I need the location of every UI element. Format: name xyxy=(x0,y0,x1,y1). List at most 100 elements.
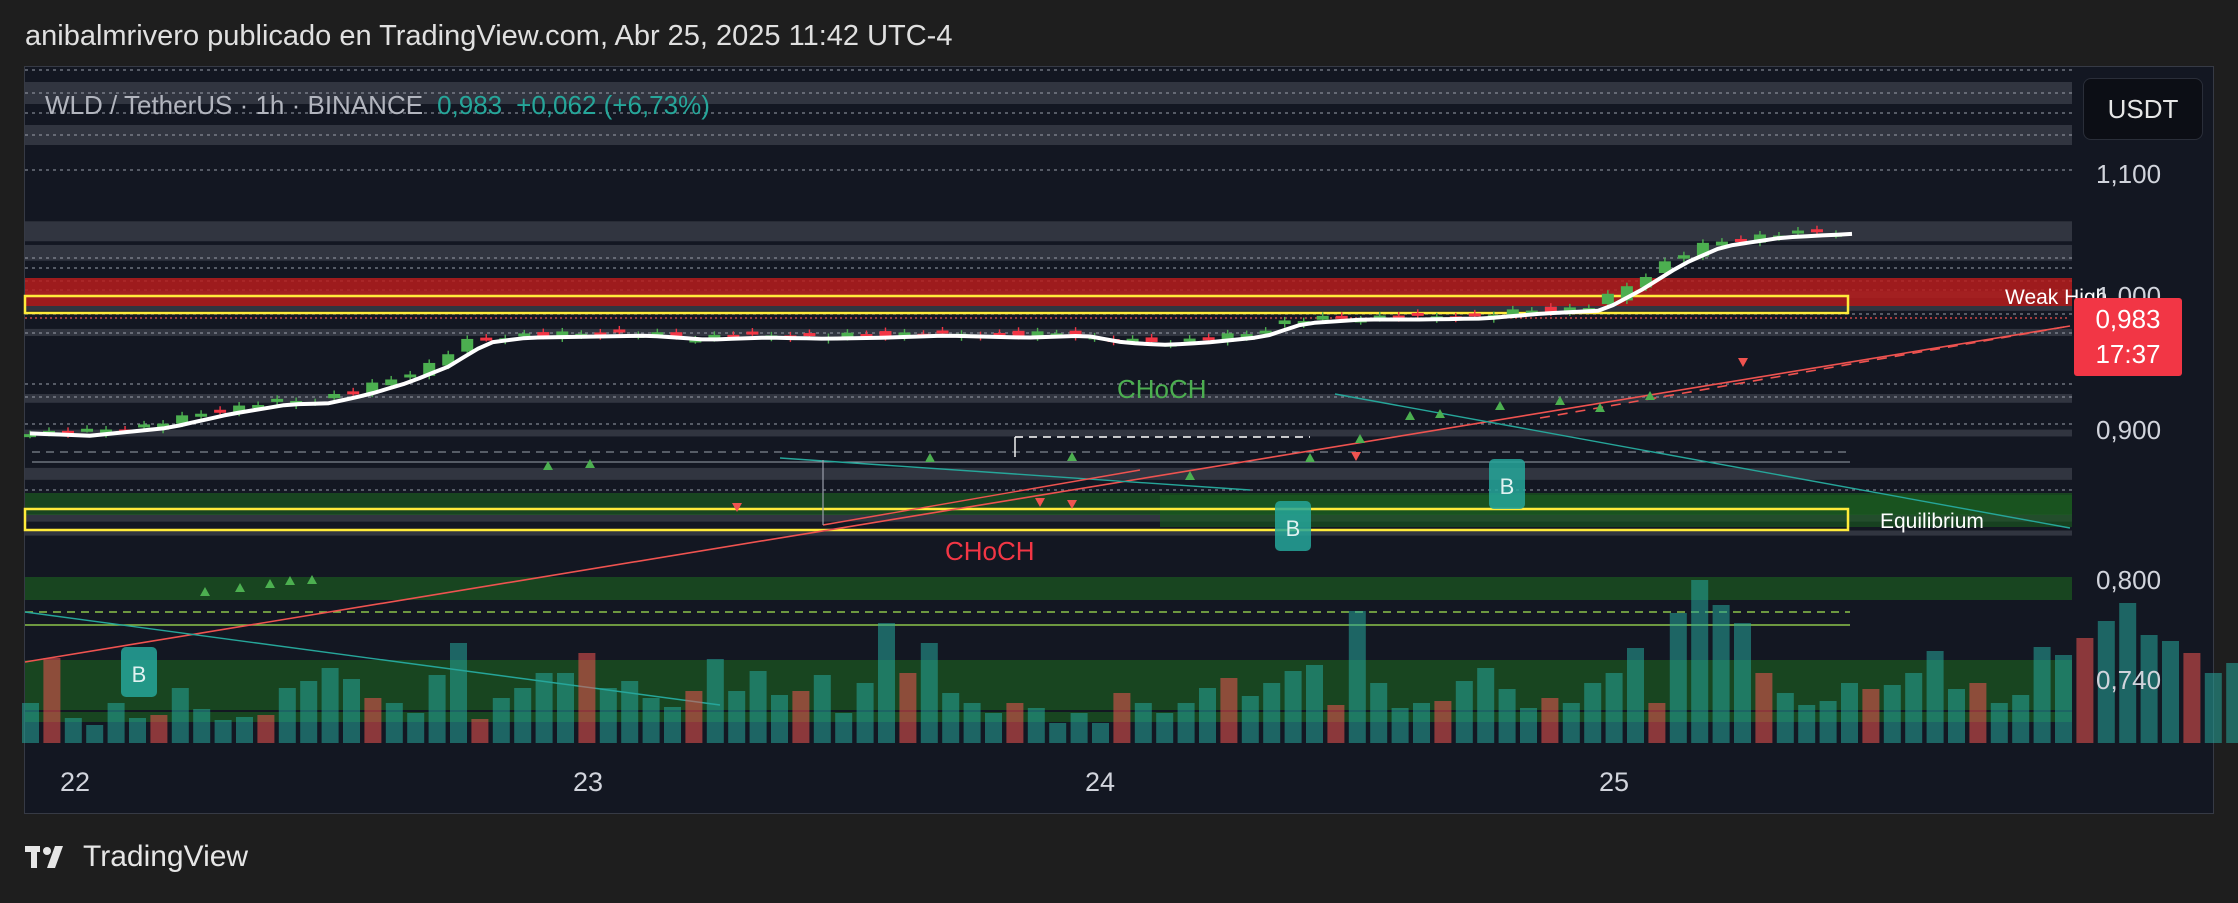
volume-bar xyxy=(2012,695,2030,743)
volume-bar xyxy=(1541,698,1559,743)
candle-body xyxy=(271,398,284,402)
volume-bar xyxy=(43,658,61,743)
candle-body xyxy=(803,333,816,337)
volume-bar xyxy=(2226,663,2238,743)
volume-bar xyxy=(471,719,489,743)
volume-bar xyxy=(706,659,724,743)
volume-bar xyxy=(771,695,788,743)
candle-body xyxy=(461,338,474,352)
sr-band xyxy=(25,530,2072,536)
volume-bar xyxy=(1605,673,1623,743)
symbol-legend[interactable]: WLD / TetherUS · 1h · BINANCE 0,983 +0,0… xyxy=(45,90,710,121)
premium-zone xyxy=(25,278,2072,306)
footer-brand[interactable]: TradingView xyxy=(25,840,248,874)
sr-band xyxy=(25,305,2072,311)
volume-bar xyxy=(664,707,681,743)
y-tick-label: 0,900 xyxy=(2096,415,2161,445)
volume-bar xyxy=(685,691,703,743)
volume-bar xyxy=(1734,623,1751,743)
volume-bar xyxy=(171,688,189,743)
bull-signal-icon xyxy=(1305,453,1315,462)
candle-body xyxy=(746,331,759,335)
y-tick-label: 0,740 xyxy=(2096,665,2161,695)
last-price-tag: 0,983 17:37 xyxy=(2074,298,2182,376)
candle-body xyxy=(1145,337,1158,342)
volume-bar xyxy=(2076,638,2094,743)
volume-bar xyxy=(1177,703,1195,743)
candle-body xyxy=(81,428,94,432)
candle-body xyxy=(537,332,550,336)
volume-bar xyxy=(1862,689,1880,743)
volume-bar xyxy=(1327,705,1345,743)
candle-body xyxy=(1601,293,1614,305)
volume-bar xyxy=(1455,681,1473,743)
volume-bar xyxy=(1391,708,1409,743)
volume-bar xyxy=(1498,689,1516,743)
volume-bar xyxy=(642,698,660,743)
candle-body xyxy=(404,374,417,378)
volume-bar xyxy=(1948,689,1965,743)
candle-body xyxy=(1677,255,1690,259)
candle-body xyxy=(328,394,341,399)
volume-bar xyxy=(514,688,532,743)
volume-bar xyxy=(1883,685,1901,743)
legend-change: +0,062 (+6,73%) xyxy=(516,90,710,120)
volume-bar xyxy=(1648,703,1666,743)
bull-signal-icon xyxy=(1405,411,1415,420)
volume-bar xyxy=(2204,673,2222,743)
symbol-name: WLD / TetherUS · 1h · BINANCE xyxy=(45,90,424,120)
volume-bar xyxy=(792,691,810,743)
volume-bar xyxy=(407,713,425,743)
discount-zone xyxy=(25,577,2072,600)
equilibrium-label: Equilibrium xyxy=(1880,510,1984,533)
volume-bar xyxy=(1199,688,1216,743)
choch-label-bearish: CHoCH xyxy=(945,536,1035,566)
volume-bar xyxy=(1241,696,1259,743)
volume-bar xyxy=(1156,713,1174,743)
candle-body xyxy=(936,330,949,334)
volume-bar xyxy=(86,725,104,743)
volume-bar xyxy=(1477,668,1495,743)
volume-bar xyxy=(193,709,211,743)
volume-bar xyxy=(278,688,296,743)
volume-bar xyxy=(107,703,125,743)
volume-bar xyxy=(1712,605,1730,743)
currency-button[interactable]: USDT xyxy=(2083,78,2203,140)
volume-bar xyxy=(1306,665,1323,743)
sr-band xyxy=(25,467,2072,480)
volume-bar xyxy=(343,679,360,743)
volume-bar xyxy=(1755,673,1773,743)
candle-body xyxy=(1012,330,1025,336)
candle-body xyxy=(518,333,531,337)
volume-bar xyxy=(2183,653,2201,743)
volume-bar xyxy=(129,718,146,743)
volume-bar xyxy=(728,691,746,743)
tradingview-logo-icon xyxy=(25,846,63,868)
candle-body xyxy=(1791,230,1804,234)
volume-bar xyxy=(1691,580,1709,743)
volume-bar xyxy=(321,668,339,743)
volume-bar xyxy=(257,715,275,743)
footer-brand-label: TradingView xyxy=(83,840,249,873)
volume-bar xyxy=(300,681,318,743)
volume-bar xyxy=(985,713,1002,743)
volume-bar xyxy=(963,703,981,743)
volume-bar xyxy=(214,720,232,743)
candle-body xyxy=(1468,313,1481,317)
volume-bar xyxy=(2055,655,2072,743)
volume-bar xyxy=(2162,641,2179,743)
volume-bar xyxy=(1370,683,1388,743)
volume-bar xyxy=(920,643,938,743)
volume-bar xyxy=(1134,703,1152,743)
volume-bar xyxy=(1092,723,1109,743)
volume-bar xyxy=(1819,701,1837,743)
volume-bar xyxy=(1798,705,1816,743)
price-chart[interactable]: BBBCHoCHCHoCHWeak HighEquilibrium1,1001,… xyxy=(0,0,2238,903)
volume-bar xyxy=(813,675,831,743)
volume-bar xyxy=(1113,693,1131,743)
volume-bar xyxy=(1990,703,2008,743)
bull-trendline-ext xyxy=(1539,325,2071,419)
candle-body xyxy=(1278,320,1291,325)
volume-bar xyxy=(557,673,574,743)
bull-signal-icon xyxy=(585,459,595,468)
